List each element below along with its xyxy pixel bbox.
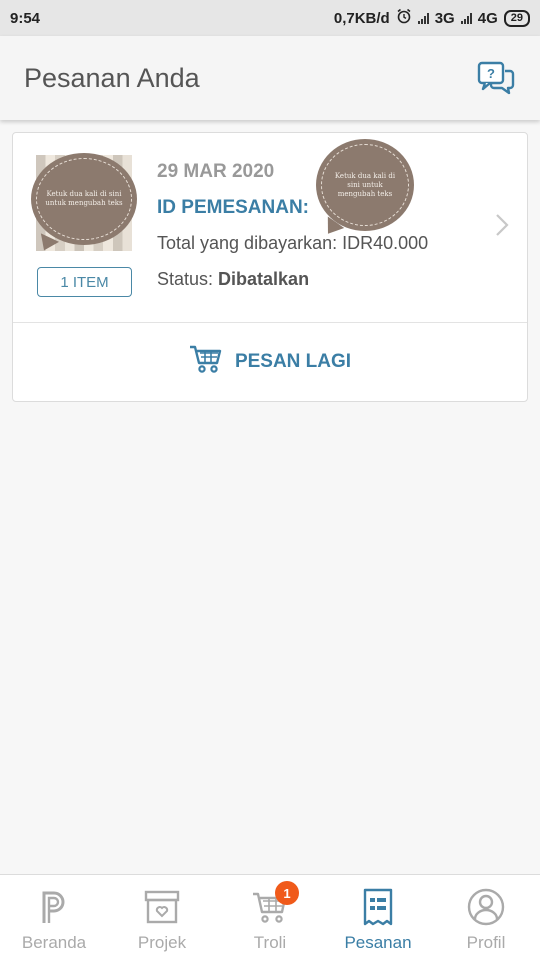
alarm-clock-icon — [396, 8, 412, 28]
nav-item-troli[interactable]: 1 Troli — [216, 875, 324, 960]
order-id-label: ID PEMESANAN: — [157, 197, 310, 218]
project-box-icon — [144, 887, 180, 927]
profile-icon — [467, 887, 505, 927]
page-title: Pesanan Anda — [24, 62, 200, 93]
order-total: Total yang dibayarkan: IDR40.000 — [157, 233, 429, 253]
reorder-button[interactable]: PESAN LAGI — [13, 323, 527, 401]
app-header: Pesanan Anda ? — [0, 36, 540, 120]
help-chat-icon[interactable]: ? — [476, 58, 516, 98]
nav-item-beranda[interactable]: Beranda — [0, 875, 108, 960]
chevron-right-icon[interactable] — [495, 213, 509, 242]
nav-label: Profil — [466, 933, 506, 952]
bottom-nav: Beranda Projek 1 Troli Pesanan Profil — [0, 874, 540, 960]
order-card[interactable]: Ketuk dua kali di sini untuk mengubah te… — [12, 132, 528, 402]
order-date: 29 MAR 2020 — [157, 161, 275, 182]
orders-icon — [362, 887, 394, 927]
sticker-text-2: Ketuk dua kali di sini untuk mengubah te… — [334, 171, 396, 198]
signal-icon — [417, 12, 429, 24]
network-3g: 3G — [434, 9, 455, 27]
nav-item-pesanan[interactable]: Pesanan — [324, 875, 432, 960]
sticker-bubble-2: Ketuk dua kali di sini untuk mengubah te… — [316, 139, 414, 231]
sticker-bubble: Ketuk dua kali di sini untuk mengubah te… — [31, 153, 137, 245]
nav-label: Beranda — [21, 933, 87, 952]
signal-icon-2 — [460, 12, 472, 24]
status-bar: 9:54 0,7KB/d 3G 4G 29 — [0, 0, 540, 36]
sticker-text: Ketuk dua kali di sini untuk mengubah te… — [45, 190, 123, 207]
status-value: Dibatalkan — [218, 269, 310, 289]
reorder-label: PESAN LAGI — [234, 351, 352, 372]
order-summary[interactable]: Ketuk dua kali di sini untuk mengubah te… — [13, 133, 527, 323]
nav-item-profil[interactable]: Profil — [432, 875, 540, 960]
nav-label: Pesanan — [344, 933, 412, 952]
cart-count-badge: 1 — [275, 881, 299, 905]
cart-icon — [189, 344, 223, 380]
svg-text:?: ? — [487, 66, 495, 81]
nav-label: Troli — [253, 933, 287, 952]
nav-label: Projek — [137, 933, 187, 952]
battery-icon: 29 — [503, 9, 530, 27]
status-icons: 0,7KB/d 3G 4G 29 — [334, 8, 530, 28]
status-time: 9:54 — [10, 9, 41, 27]
network-speed: 0,7KB/d — [333, 9, 390, 27]
status-label: Status: — [157, 269, 219, 289]
item-count-badge: 1 ITEM — [37, 267, 132, 297]
network-4g: 4G — [477, 9, 498, 27]
nav-item-projek[interactable]: Projek — [108, 875, 216, 960]
order-status: Status: Dibatalkan — [157, 269, 309, 290]
home-logo-icon — [38, 887, 70, 927]
